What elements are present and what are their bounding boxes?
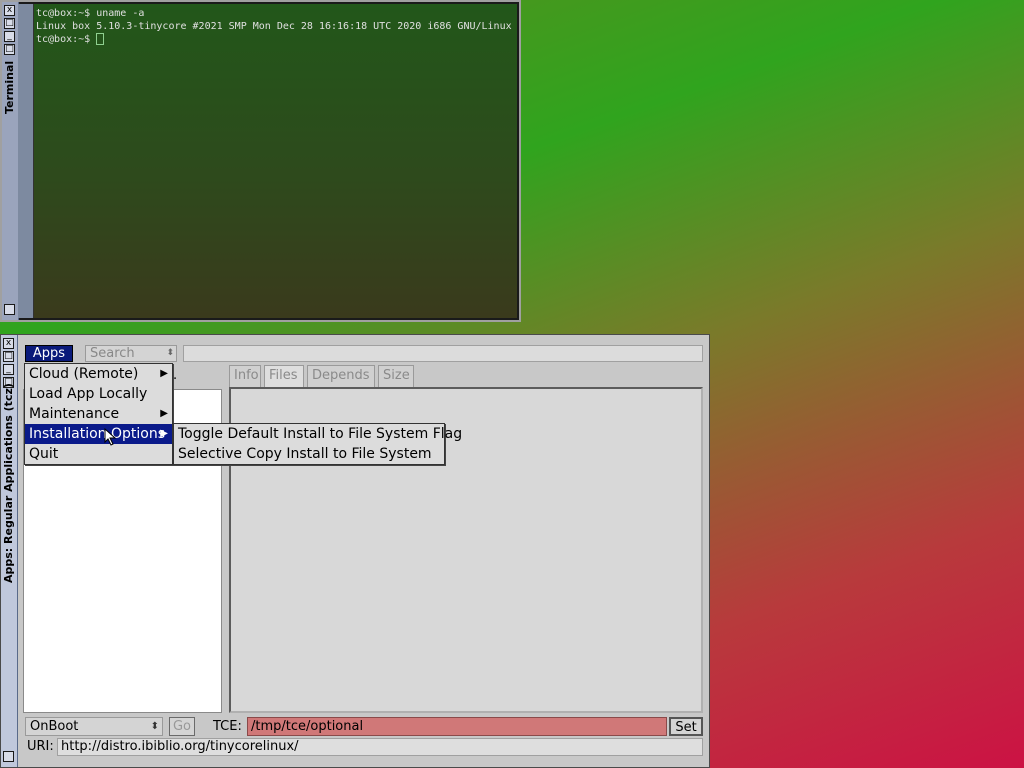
menu-item-load-app-locally[interactable]: Load App Locally xyxy=(25,384,172,404)
tab-size[interactable]: Size xyxy=(378,365,414,387)
onboot-combo[interactable]: OnBoot ⬍ xyxy=(25,717,163,736)
text-cursor xyxy=(96,33,105,45)
maximize-icon[interactable]: □ xyxy=(3,351,14,362)
terminal-line: tc@box:~$ uname -a xyxy=(36,8,145,19)
mouse-pointer-icon xyxy=(104,428,117,446)
terminal-prompt-line: tc@box:~$ xyxy=(36,33,515,46)
apps-menu-button[interactable]: Apps xyxy=(25,345,73,362)
tab-files[interactable]: Files xyxy=(264,365,304,387)
menu-item-maintenance[interactable]: Maintenance ▶ xyxy=(25,404,172,424)
menu-item-label: Maintenance xyxy=(29,406,120,422)
tce-directory-field[interactable]: /tmp/tce/optional xyxy=(247,717,667,736)
terminal-scrollbar[interactable] xyxy=(18,4,34,318)
uri-field[interactable]: http://distro.ibiblio.org/tinycorelinux/ xyxy=(57,738,703,756)
menu-item-label: Load App Locally xyxy=(29,386,148,402)
spinner-arrows-icon: ⬍ xyxy=(150,721,159,732)
uri-label: URI: xyxy=(27,739,54,754)
apps-dropdown-menu: Cloud (Remote) ▶ Load App Locally Mainten… xyxy=(24,363,173,465)
apps-titlebar[interactable]: x □ _ □ Apps: Regular Applications (tcz) xyxy=(1,335,18,767)
search-mode-label: Search xyxy=(90,346,135,361)
terminal-prompt: tc@box:~$ xyxy=(36,34,97,45)
minimize-icon[interactable]: _ xyxy=(4,31,15,42)
go-button[interactable]: Go xyxy=(169,717,195,736)
set-button[interactable]: Set xyxy=(669,717,703,736)
terminal-output[interactable]: tc@box:~$ uname -a Linux box 5.10.3-tiny… xyxy=(34,4,517,318)
menu-item-selective-copy-install[interactable]: Selective Copy Install to File System xyxy=(174,444,444,464)
close-icon[interactable]: x xyxy=(3,338,14,349)
minimize-icon[interactable]: _ xyxy=(3,364,14,375)
onboot-label: OnBoot xyxy=(30,719,79,734)
close-icon[interactable]: x xyxy=(4,5,15,16)
resize-icon[interactable] xyxy=(4,304,15,315)
terminal-line: Linux box 5.10.3-tinycore #2021 SMP Mon … xyxy=(36,21,512,32)
submenu-arrow-icon: ▶ xyxy=(160,428,168,439)
menu-item-cloud-remote[interactable]: Cloud (Remote) ▶ xyxy=(25,364,172,384)
tab-depends[interactable]: Depends xyxy=(307,365,375,387)
installation-options-submenu: Toggle Default Install to File System Fl… xyxy=(173,423,462,465)
tce-label: TCE: xyxy=(213,719,242,734)
maximize-icon[interactable]: □ xyxy=(4,18,15,29)
terminal-title: Terminal xyxy=(3,60,16,114)
menu-item-toggle-default-install[interactable]: Toggle Default Install to File System Fl… xyxy=(174,424,462,444)
menu-item-quit[interactable]: Quit xyxy=(25,444,172,464)
search-mode-combo[interactable]: Search ⬍ xyxy=(85,345,177,362)
terminal-titlebar[interactable]: x □ _ □ Terminal xyxy=(2,2,19,320)
menu-item-label: Quit xyxy=(29,446,59,462)
menu-item-label: Installation Options xyxy=(29,426,166,442)
resize-icon[interactable] xyxy=(3,751,14,762)
spinner-arrows-icon: ⬍ xyxy=(166,348,174,358)
submenu-arrow-icon: ▶ xyxy=(160,408,168,419)
search-input[interactable] xyxy=(183,345,703,362)
tab-info[interactable]: Info xyxy=(229,365,261,387)
terminal-window: x □ _ □ Terminal tc@box:~$ uname -a Linu… xyxy=(0,0,521,322)
apps-title: Apps: Regular Applications (tcz) xyxy=(2,383,15,583)
list-header-fragment: . xyxy=(173,368,178,383)
shade-icon[interactable]: □ xyxy=(4,44,15,55)
menu-item-label: Cloud (Remote) xyxy=(29,366,139,382)
menu-item-installation-options[interactable]: Installation Options ▶ xyxy=(25,424,172,444)
submenu-arrow-icon: ▶ xyxy=(160,368,168,379)
